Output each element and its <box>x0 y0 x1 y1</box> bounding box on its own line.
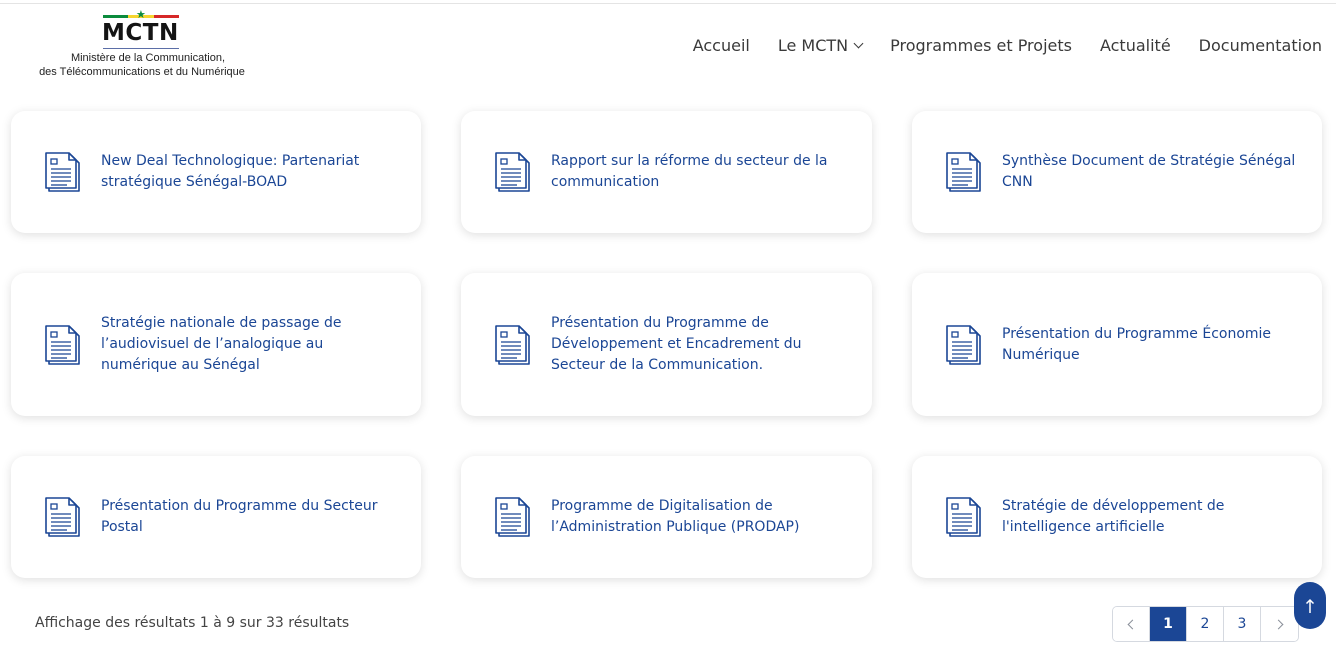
document-title[interactable]: Rapport sur la réforme du secteur de la … <box>551 151 848 193</box>
page-1-button[interactable]: 1 <box>1150 607 1187 641</box>
logo-subtitle-line1: Ministère de la Communication, <box>70 52 226 64</box>
nav-label: Le MCTN <box>777 35 849 55</box>
results-count: Affichage des résultats 1 à 9 sur 33 rés… <box>35 615 350 631</box>
nav-le-mctn[interactable]: Le MCTN <box>777 35 864 55</box>
nav-accueil[interactable]: Accueil <box>693 36 750 55</box>
nav-actualite[interactable]: Actualité <box>1100 36 1171 55</box>
document-title[interactable]: Présentation du Programme de Développeme… <box>551 313 848 376</box>
documents-grid: New Deal Technologique: Partenariat stra… <box>11 111 1323 578</box>
page-3-button[interactable]: 3 <box>1224 607 1261 641</box>
site-logo[interactable]: ★ MCTN Ministère de la Communication, de… <box>14 8 270 82</box>
flag-green <box>103 15 129 18</box>
arrow-up-icon <box>1305 598 1315 613</box>
document-title[interactable]: Synthèse Document de Stratégie Sénégal C… <box>1002 151 1298 193</box>
document-card[interactable]: Synthèse Document de Stratégie Sénégal C… <box>912 111 1322 233</box>
top-divider <box>0 3 1336 4</box>
document-card[interactable]: Stratégie nationale de passage de l’audi… <box>11 273 421 416</box>
document-icon <box>45 152 80 192</box>
nav-documentation[interactable]: Documentation <box>1199 36 1322 55</box>
document-title[interactable]: Stratégie de développement de l'intellig… <box>1002 496 1298 538</box>
chevron-left-icon <box>1127 619 1138 629</box>
logo-underline <box>103 48 179 49</box>
document-icon <box>495 324 530 365</box>
document-title[interactable]: Présentation du Programme du Secteur Pos… <box>101 496 397 538</box>
document-icon <box>45 324 80 365</box>
next-page-button[interactable] <box>1261 607 1298 641</box>
scroll-to-top-button[interactable] <box>1294 582 1326 629</box>
page-2-button[interactable]: 2 <box>1187 607 1224 641</box>
document-icon <box>495 497 530 537</box>
document-card[interactable]: Présentation du Programme du Secteur Pos… <box>11 456 421 578</box>
main-nav: Accueil Le MCTN Programmes et Projets Ac… <box>665 34 1322 56</box>
document-title[interactable]: Stratégie nationale de passage de l’audi… <box>101 313 397 376</box>
document-card[interactable]: Programme de Digitalisation de l’Adminis… <box>461 456 872 578</box>
logo-title: MCTN <box>102 20 179 46</box>
document-icon <box>946 497 981 537</box>
prev-page-button[interactable] <box>1113 607 1150 641</box>
document-card[interactable]: Stratégie de développement de l'intellig… <box>912 456 1322 578</box>
document-title[interactable]: Programme de Digitalisation de l’Adminis… <box>551 496 848 538</box>
document-card[interactable]: Rapport sur la réforme du secteur de la … <box>461 111 872 233</box>
document-card[interactable]: Présentation du Programme Économie Numér… <box>912 273 1322 416</box>
star-icon: ★ <box>136 8 146 21</box>
document-card[interactable]: New Deal Technologique: Partenariat stra… <box>11 111 421 233</box>
nav-label: Accueil <box>692 35 750 55</box>
nav-label: Programmes et Projets <box>890 35 1072 55</box>
document-title[interactable]: New Deal Technologique: Partenariat stra… <box>101 151 397 193</box>
chevron-down-icon <box>853 38 864 48</box>
flag-red <box>153 15 179 18</box>
document-icon <box>946 152 981 192</box>
nav-label: Documentation <box>1198 35 1322 55</box>
document-title[interactable]: Présentation du Programme Économie Numér… <box>1002 324 1298 366</box>
document-card[interactable]: Présentation du Programme de Développeme… <box>461 273 872 416</box>
chevron-right-icon <box>1273 619 1283 629</box>
document-icon <box>45 497 80 537</box>
pagination: 1 2 3 <box>1112 606 1299 642</box>
document-icon <box>495 152 530 192</box>
nav-label: Actualité <box>1099 35 1171 55</box>
logo-subtitle-line2: des Télécommunications et du Numérique <box>39 66 245 78</box>
document-icon <box>946 324 981 365</box>
nav-programmes-et-projets[interactable]: Programmes et Projets <box>890 36 1072 55</box>
